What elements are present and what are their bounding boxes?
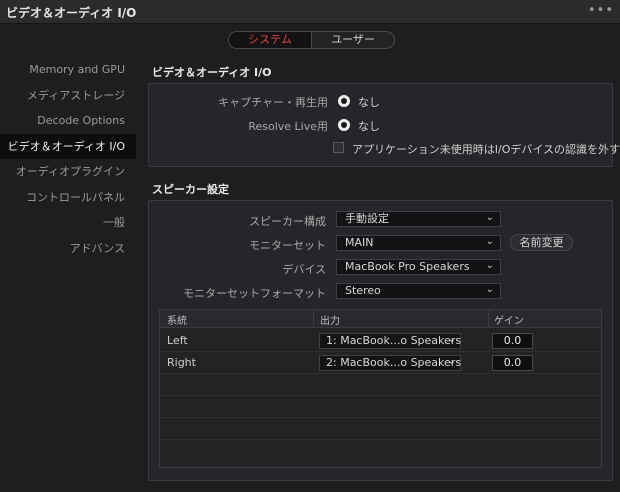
sidebar-item-audio-plugins[interactable]: オーディオプラグイン xyxy=(0,159,136,185)
monitor-set-label: モニターセット xyxy=(249,239,326,252)
disable-io-label: アプリケーション未使用時はI/Oデバイスの認識を外す xyxy=(352,143,620,156)
rename-button[interactable]: 名前変更 xyxy=(510,234,573,251)
sidebar-item-general[interactable]: 一般 xyxy=(0,210,136,236)
header-channel: 系統 xyxy=(167,316,187,327)
section-title-video-audio-io: ビデオ＆オーディオ I/O xyxy=(152,66,272,79)
device-value: MacBook Pro Speakers xyxy=(345,260,470,273)
window-title: ビデオ＆オーディオ I/O xyxy=(6,6,137,20)
chevron-down-icon: ⌄ xyxy=(485,284,494,295)
section-title-speaker: スピーカー設定 xyxy=(152,183,229,196)
tab-user[interactable]: ユーザー xyxy=(312,32,394,48)
resolve-live-value: なし xyxy=(358,120,380,133)
video-audio-io-panel: キャプチャー・再生用 なし Resolve Live用 なし アプリケーション未… xyxy=(148,83,620,167)
sidebar-item-video-audio-io[interactable]: ビデオ＆オーディオ I/O xyxy=(0,133,136,159)
chevron-down-icon: ⌄ xyxy=(447,356,456,367)
speaker-config-value: 手動設定 xyxy=(345,212,389,225)
speaker-config-dropdown[interactable]: 手動設定 ⌄ xyxy=(336,211,501,227)
chevron-down-icon: ⌄ xyxy=(485,212,494,223)
table-row-empty xyxy=(160,396,601,418)
gain-input[interactable]: 0.0 xyxy=(492,333,533,349)
channel-name: Right xyxy=(167,356,196,369)
table-row: Right 2: MacBook...o Speakers ⌄ 0.0 xyxy=(160,352,601,374)
table-row-empty xyxy=(160,374,601,396)
system-user-toggle[interactable]: システム ユーザー xyxy=(228,31,395,49)
monitor-set-value: MAIN xyxy=(345,236,374,249)
device-dropdown[interactable]: MacBook Pro Speakers ⌄ xyxy=(336,259,501,275)
more-dots-icon[interactable]: ••• xyxy=(588,3,614,18)
table-row-empty xyxy=(160,418,601,440)
sidebar-item-memory-gpu[interactable]: Memory and GPU xyxy=(0,57,136,83)
resolve-live-label: Resolve Live用 xyxy=(248,120,328,133)
sidebar-item-decode-options[interactable]: Decode Options xyxy=(0,108,136,134)
tab-system[interactable]: システム xyxy=(229,32,312,48)
channel-table: 系統 出力 ゲイン Left 1: MacBook...o Speakers ⌄… xyxy=(159,309,602,468)
header-gain: ゲイン xyxy=(494,316,524,327)
monitor-format-label: モニターセットフォーマット xyxy=(183,287,326,300)
speaker-config-label: スピーカー構成 xyxy=(249,215,326,228)
title-bar: ビデオ＆オーディオ I/O ••• xyxy=(0,0,620,24)
output-value: 2: MacBook...o Speakers xyxy=(326,356,462,369)
sidebar-item-media-storage[interactable]: メディアストレージ xyxy=(0,83,136,109)
capture-radio[interactable] xyxy=(338,95,350,107)
disable-io-checkbox[interactable] xyxy=(333,142,344,153)
chevron-down-icon: ⌄ xyxy=(485,260,494,271)
sidebar-item-advanced[interactable]: アドバンス xyxy=(0,236,136,262)
capture-label: キャプチャー・再生用 xyxy=(218,96,328,109)
sidebar: Memory and GPU メディアストレージ Decode Options … xyxy=(0,57,136,261)
output-dropdown[interactable]: 2: MacBook...o Speakers ⌄ xyxy=(319,355,461,371)
chevron-down-icon: ⌄ xyxy=(485,236,494,247)
capture-value: なし xyxy=(358,96,380,109)
header-output: 出力 xyxy=(320,316,340,327)
resolve-live-radio[interactable] xyxy=(338,119,350,131)
channel-name: Left xyxy=(167,334,188,347)
gain-input[interactable]: 0.0 xyxy=(492,355,533,371)
table-header: 系統 出力 ゲイン xyxy=(160,310,601,328)
device-label: デバイス xyxy=(282,263,326,276)
output-dropdown[interactable]: 1: MacBook...o Speakers ⌄ xyxy=(319,333,461,349)
sidebar-item-control-panels[interactable]: コントロールパネル xyxy=(0,185,136,211)
monitor-set-dropdown[interactable]: MAIN ⌄ xyxy=(336,235,501,251)
table-row: Left 1: MacBook...o Speakers ⌄ 0.0 xyxy=(160,330,601,352)
monitor-format-dropdown[interactable]: Stereo ⌄ xyxy=(336,283,501,299)
monitor-format-value: Stereo xyxy=(345,284,381,297)
table-row-empty xyxy=(160,440,601,462)
chevron-down-icon: ⌄ xyxy=(447,334,456,345)
output-value: 1: MacBook...o Speakers xyxy=(326,334,462,347)
